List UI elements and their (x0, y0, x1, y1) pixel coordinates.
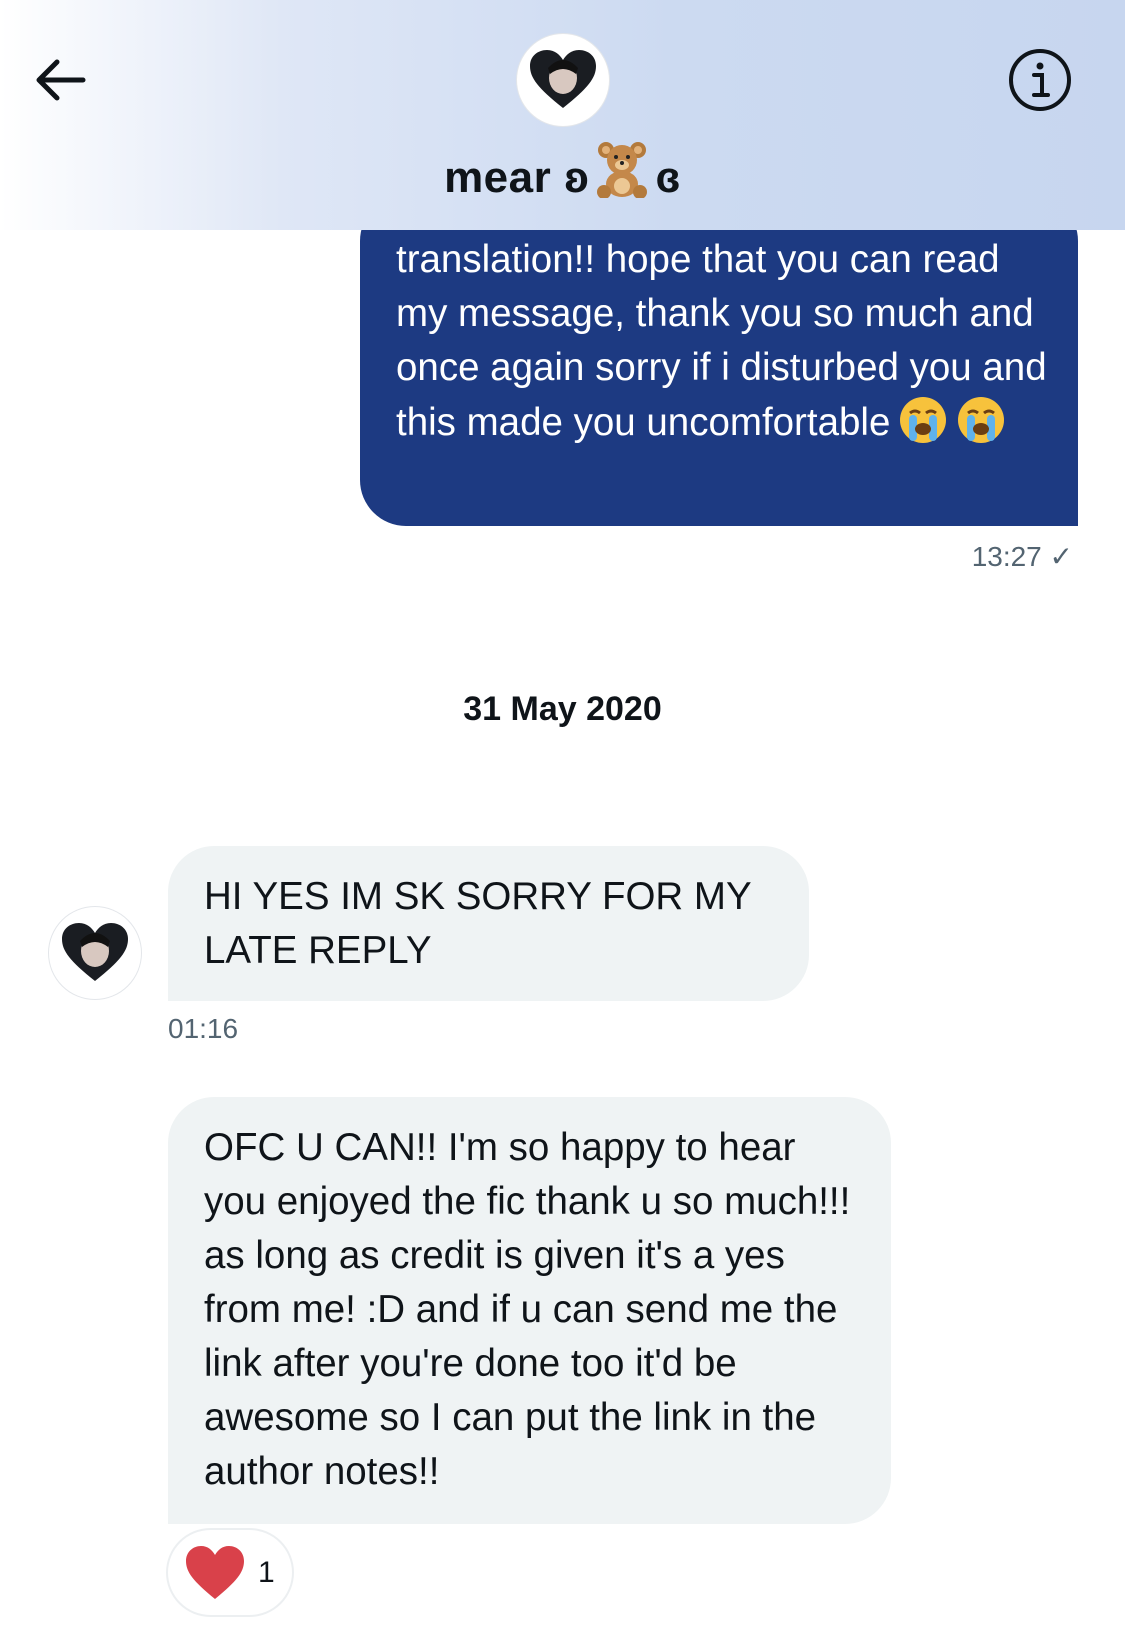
incoming-message-time: 01:16 (168, 1013, 239, 1044)
back-button[interactable] (28, 48, 92, 112)
incoming-message-bubble[interactable]: HI YES IM SK SORRY FOR MY LATE REPLY (168, 846, 809, 1001)
outgoing-message-time: 13:27 ✓ (971, 541, 1073, 572)
outgoing-message-text: translation!! hope that you can read my … (396, 238, 1047, 444)
contact-name[interactable]: mear ʚ ɞ (0, 140, 1125, 209)
contact-name-suffix: ɞ (655, 153, 681, 202)
contact-avatar[interactable] (517, 34, 609, 126)
reaction-count: 1 (258, 1555, 275, 1589)
info-circle-icon (1009, 49, 1071, 111)
info-button[interactable] (1005, 45, 1075, 115)
heart-avatar-image (62, 923, 128, 981)
reaction-badge[interactable]: 1 (168, 1530, 292, 1615)
incoming-message-text: OFC U CAN!! I'm so happy to hear you enj… (204, 1126, 851, 1493)
incoming-message-text: HI YES IM SK SORRY FOR MY LATE REPLY (204, 875, 751, 972)
contact-name-prefix: mear ʚ (444, 153, 590, 202)
teddy-bear-emoji (591, 140, 653, 209)
heart-avatar-image (530, 50, 596, 108)
incoming-message-bubble[interactable]: OFC U CAN!! I'm so happy to hear you enj… (168, 1097, 891, 1524)
crying-face-emoji (956, 395, 1006, 445)
conversation-header: mear ʚ ɞ (0, 0, 1125, 230)
outgoing-message-bubble[interactable]: translation!! hope that you can read my … (360, 195, 1078, 526)
heart-icon (186, 1545, 244, 1599)
date-divider: 31 May 2020 (463, 690, 662, 728)
arrow-left-icon (36, 59, 86, 101)
sender-avatar[interactable] (49, 907, 141, 999)
crying-face-emoji (898, 395, 948, 445)
